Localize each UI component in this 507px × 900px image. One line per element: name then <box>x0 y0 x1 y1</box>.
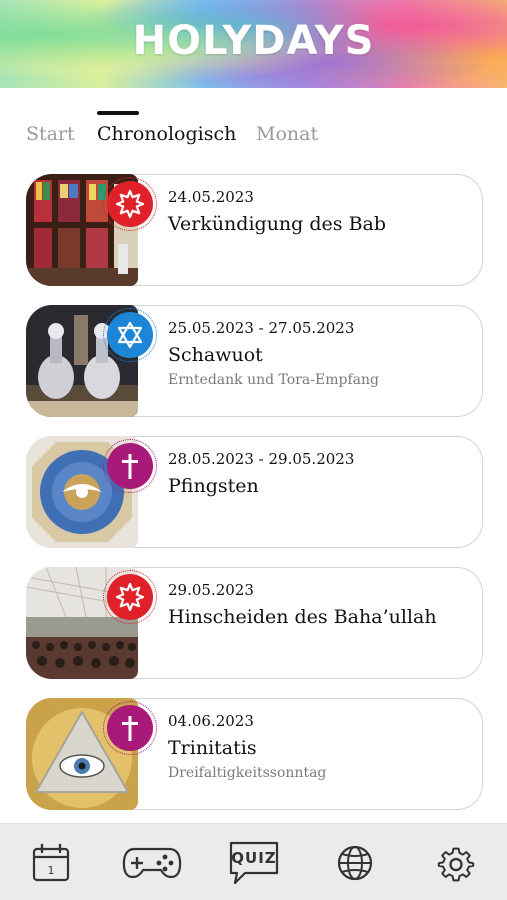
active-tab-indicator <box>97 111 139 115</box>
event-title: Verkündigung des Bab <box>168 213 387 235</box>
event-card[interactable]: 29.05.2023 Hinscheiden des Baha’ullah <box>25 566 483 679</box>
calendar-icon[interactable]: 1 <box>26 842 76 884</box>
event-date: 25.05.2023 - 27.05.2023 <box>168 319 355 337</box>
event-card[interactable]: 28.05.2023 - 29.05.2023 Pfingsten <box>25 435 483 548</box>
event-card[interactable]: 04.06.2023 Trinitatis Dreifaltigkeitsson… <box>25 697 483 810</box>
tab-chronologisch[interactable]: Chronologisch <box>97 123 236 145</box>
event-card[interactable]: 24.05.2023 Verkündigung des Bab <box>25 173 483 286</box>
event-title: Trinitatis <box>168 737 257 759</box>
cross-icon <box>103 439 157 493</box>
event-title: Hinscheiden des Baha’ullah <box>168 606 437 628</box>
star-of-david-icon <box>103 308 157 362</box>
event-title: Pfingsten <box>168 475 259 497</box>
tab-bar: Start Chronologisch Monat <box>26 108 486 152</box>
event-title: Schawuot <box>168 344 263 366</box>
event-date: 24.05.2023 <box>168 188 254 206</box>
calendar-day-number: 1 <box>48 864 55 877</box>
app-logo: HOLYDAYS <box>132 18 375 64</box>
event-date: 29.05.2023 <box>168 581 254 599</box>
tab-start[interactable]: Start <box>26 123 75 145</box>
event-date: 04.06.2023 <box>168 712 254 730</box>
event-subtitle: Erntedank und Tora-Empfang <box>168 372 379 388</box>
bahai-star-icon <box>103 177 157 231</box>
tab-monat[interactable]: Monat <box>256 123 318 145</box>
bahai-star-icon <box>103 570 157 624</box>
event-subtitle: Dreifaltigkeitssonntag <box>168 765 327 781</box>
event-card[interactable]: 25.05.2023 - 27.05.2023 Schawuot Ernteda… <box>25 304 483 417</box>
quiz-label: QUIZ <box>231 849 276 867</box>
quiz-icon[interactable]: QUIZ <box>226 838 282 888</box>
bottom-navigation: 1 QUIZ <box>0 823 507 900</box>
gamepad-icon[interactable] <box>120 842 184 884</box>
event-date: 28.05.2023 - 29.05.2023 <box>168 450 355 468</box>
globe-icon[interactable] <box>330 842 380 884</box>
cross-icon <box>103 701 157 755</box>
settings-gear-icon[interactable] <box>431 842 481 884</box>
header-banner: HOLYDAYS <box>0 0 507 88</box>
